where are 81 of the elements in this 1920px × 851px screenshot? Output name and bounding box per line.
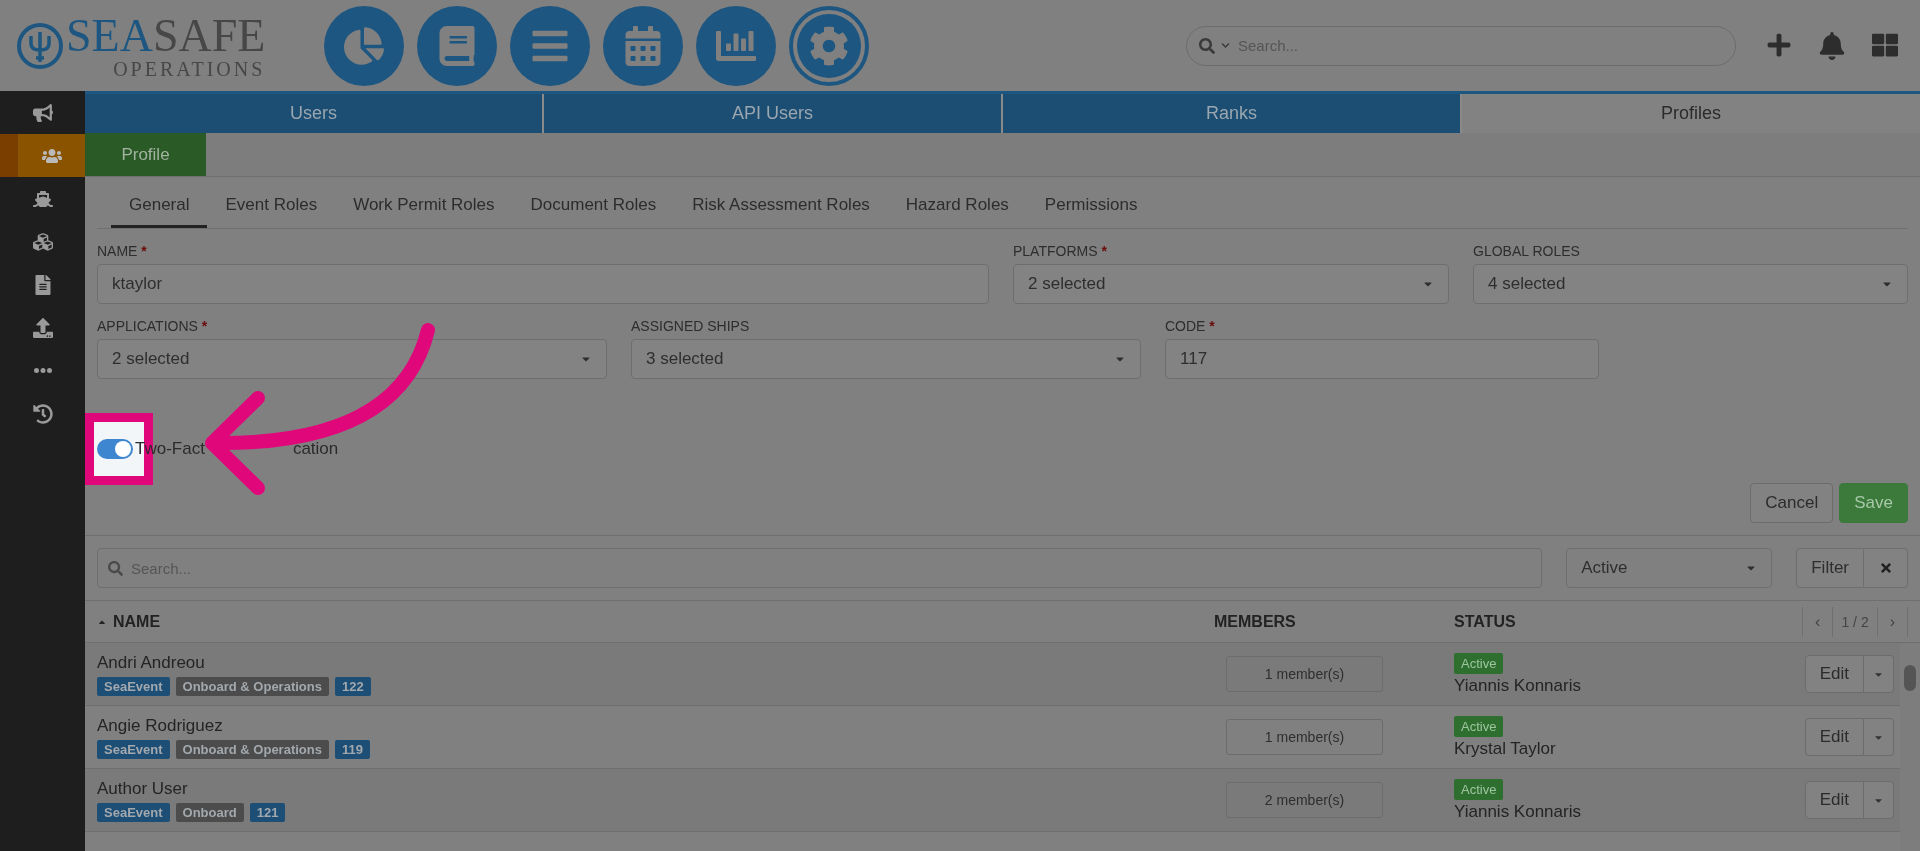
input-field[interactable]: 117	[1165, 339, 1599, 379]
select-field[interactable]: 2 selected	[97, 339, 607, 379]
close-icon	[1878, 561, 1893, 575]
select-field[interactable]: 3 selected	[631, 339, 1141, 379]
section-tab[interactable]: Hazard Roles	[887, 195, 1027, 228]
tag: 122	[334, 676, 371, 696]
tag: Onboard & Operations	[175, 676, 329, 696]
cancel-button[interactable]: Cancel	[1750, 483, 1834, 523]
tag: 121	[249, 802, 286, 822]
clear-button[interactable]	[1864, 548, 1908, 588]
column-header[interactable]: MEMBERS	[1214, 612, 1296, 631]
tag: SeaEvent	[97, 802, 170, 822]
toggle-switch[interactable]	[97, 439, 133, 459]
column-header[interactable]: STATUS	[1454, 612, 1516, 631]
members-button[interactable]: 1 member(s)	[1226, 719, 1383, 755]
status-select[interactable]: Active	[1566, 548, 1773, 588]
field-label: GLOBAL ROLES	[1473, 243, 1581, 259]
owner-name: Krystal Taylor	[1454, 738, 1556, 759]
calendar-icon	[623, 25, 663, 66]
tag: SeaEvent	[97, 739, 170, 759]
status-badge: Active	[1454, 715, 1504, 737]
profile-name: Angie Rodriguez	[97, 715, 224, 736]
search-icon	[108, 560, 123, 576]
profile-tab[interactable]: Profile	[85, 133, 206, 176]
tab[interactable]: Ranks	[1003, 94, 1462, 133]
profile-name: Author User	[97, 778, 189, 799]
field-label: NAME *	[97, 243, 148, 259]
edit-button[interactable]: Edit	[1804, 718, 1864, 756]
section-tab[interactable]: Document Roles	[512, 195, 675, 228]
profile-name: Andri Andreou	[97, 652, 206, 673]
members-button[interactable]: 1 member(s)	[1226, 656, 1383, 692]
megaphone-icon	[32, 102, 53, 123]
grid-icon[interactable]	[1872, 31, 1898, 58]
more-icon	[33, 368, 52, 373]
logo-name: SEASAFE	[66, 12, 266, 59]
select-field[interactable]: 4 selected	[1473, 264, 1908, 304]
tab[interactable]: Users	[85, 94, 544, 133]
trident-logo-icon	[16, 21, 64, 70]
logo-subtitle: OPERATIONS	[113, 58, 266, 79]
search-icon	[1199, 37, 1215, 54]
cubes-icon	[32, 231, 53, 252]
save-button[interactable]: Save	[1839, 483, 1908, 523]
section-tab[interactable]: Risk Assessment Roles	[674, 195, 888, 228]
toggle-label: cation	[292, 439, 339, 459]
status-badge: Active	[1454, 652, 1504, 674]
field-label: APPLICATIONS *	[97, 318, 209, 334]
members-button[interactable]: 2 member(s)	[1226, 782, 1383, 818]
upload-icon	[32, 317, 53, 338]
filter-button[interactable]: Filter	[1796, 548, 1864, 588]
column-header[interactable]: NAME	[113, 612, 161, 631]
tag: 119	[334, 739, 370, 759]
owner-name: Yiannis Konnaris	[1454, 801, 1581, 822]
sidebar-item[interactable]	[0, 134, 85, 177]
previous-page-button[interactable]: ‹	[1803, 606, 1834, 637]
tag: SeaEvent	[97, 676, 170, 696]
section-tab[interactable]: General	[111, 195, 208, 228]
notification-bell-icon[interactable]	[1818, 31, 1846, 60]
edit-button[interactable]: Edit	[1804, 655, 1864, 693]
field-label: CODE *	[1165, 318, 1216, 334]
field-label: ASSIGNED SHIPS	[631, 318, 751, 334]
history-icon	[32, 403, 53, 424]
pie-chart-icon	[344, 25, 384, 66]
owner-name: Yiannis Konnaris	[1454, 675, 1581, 696]
settings-icon	[809, 25, 849, 66]
ship-icon	[32, 188, 53, 209]
tag: Onboard	[175, 802, 244, 822]
book-icon	[437, 25, 477, 66]
section-tab[interactable]: Permissions	[1026, 195, 1156, 228]
next-page-button[interactable]: ›	[1877, 606, 1908, 637]
field-label: PLATFORMS *	[1013, 243, 1108, 259]
section-tab[interactable]: Event Roles	[207, 195, 336, 228]
section-tab[interactable]: Work Permit Roles	[335, 195, 513, 228]
page-indicator: 1 / 2	[1833, 606, 1878, 637]
tag: Onboard & Operations	[175, 739, 329, 759]
chevron-down-icon	[1221, 41, 1230, 50]
select-field[interactable]: 2 selected	[1013, 264, 1449, 304]
add-icon[interactable]	[1766, 31, 1792, 58]
input-field[interactable]: ktaylor	[97, 264, 989, 304]
tab[interactable]: API Users	[544, 94, 1003, 133]
status-badge: Active	[1454, 778, 1504, 800]
edit-button[interactable]: Edit	[1804, 781, 1864, 819]
